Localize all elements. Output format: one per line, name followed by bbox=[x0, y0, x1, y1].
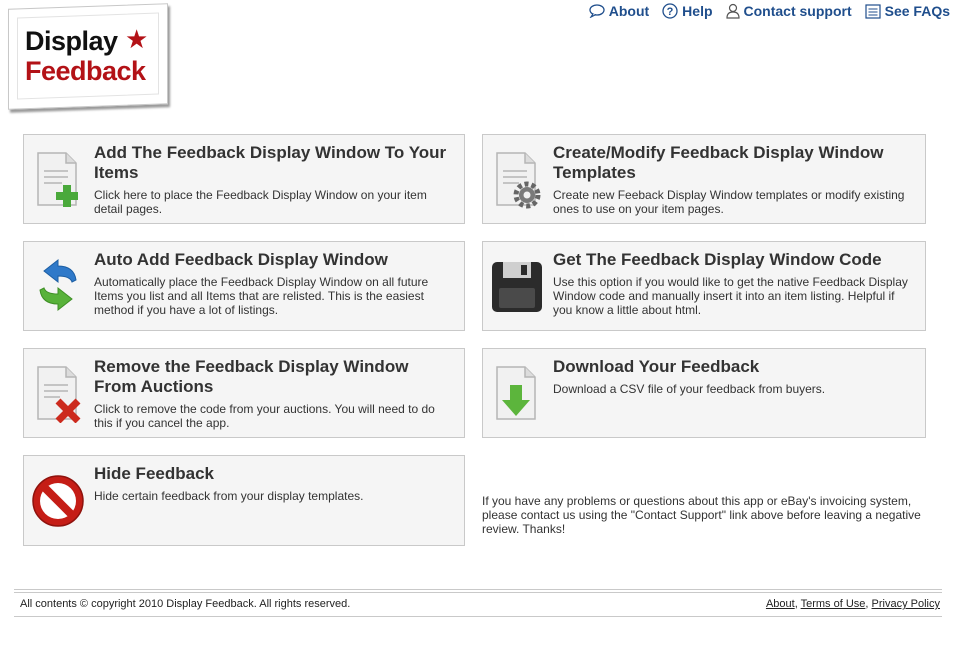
tile-get-code-description: Use this option if you would like to get… bbox=[553, 275, 908, 317]
speech-bubble-icon bbox=[589, 4, 605, 18]
footer-privacy-link[interactable]: Privacy Policy bbox=[872, 598, 940, 610]
nav-contact-support-link[interactable]: Contact support bbox=[725, 3, 852, 19]
nav-about-link[interactable]: About bbox=[589, 3, 649, 19]
tile-get-code[interactable]: Get The Feedback Display Window Code Use… bbox=[482, 241, 926, 331]
logo-text-display: Display bbox=[25, 26, 118, 56]
star-icon: ★ bbox=[125, 24, 149, 54]
document-list-icon bbox=[865, 3, 881, 19]
document-gear-icon bbox=[496, 152, 541, 209]
nav-faqs-label: See FAQs bbox=[884, 3, 950, 19]
tile-download-description: Download a CSV file of your feedback fro… bbox=[553, 382, 826, 396]
app-logo[interactable]: Display ★ Feedback bbox=[8, 3, 168, 110]
footer-links: About, Terms of Use, Privacy Policy bbox=[766, 598, 940, 610]
nav-contact-support-label: Contact support bbox=[743, 3, 852, 19]
no-entry-icon bbox=[32, 475, 84, 527]
tile-remove-title: Remove the Feedback Display Window From … bbox=[94, 357, 409, 396]
nav-faqs-link[interactable]: See FAQs bbox=[865, 3, 950, 19]
footer-terms-link[interactable]: Terms of Use bbox=[801, 598, 866, 610]
tile-auto-add[interactable]: Auto Add Feedback Display Window Automat… bbox=[23, 241, 465, 331]
person-icon bbox=[725, 3, 740, 19]
footer-separator: , bbox=[865, 598, 869, 610]
tile-remove-description: Click to remove the code from your aucti… bbox=[94, 402, 435, 430]
top-nav: About ? Help Contact support See FAQs bbox=[589, 3, 950, 19]
tile-hide-description: Hide certain feedback from your display … bbox=[94, 489, 364, 503]
nav-help-link[interactable]: ? Help bbox=[662, 3, 713, 19]
sync-arrows-icon bbox=[39, 258, 77, 312]
tile-create-description: Create new Feeback Display Window templa… bbox=[553, 188, 905, 216]
footer-separator: , bbox=[794, 598, 798, 610]
footer-divider-bottom bbox=[14, 616, 942, 617]
tile-create-title: Create/Modify Feedback Display Window Te… bbox=[553, 143, 884, 182]
svg-text:?: ? bbox=[667, 6, 674, 18]
footer-divider-top-inner bbox=[14, 592, 942, 593]
tile-auto-add-title: Auto Add Feedback Display Window bbox=[94, 250, 388, 269]
document-remove-icon bbox=[37, 366, 81, 423]
tile-auto-add-description: Automatically place the Feedback Display… bbox=[94, 275, 429, 317]
tile-add-description: Click here to place the Feedback Display… bbox=[94, 188, 427, 216]
nav-help-label: Help bbox=[682, 3, 713, 19]
floppy-disk-icon bbox=[492, 262, 542, 312]
nav-about-label: About bbox=[608, 3, 650, 19]
footer-copyright: All contents © copyright 2010 Display Fe… bbox=[20, 598, 351, 610]
logo-text-feedback: Feedback bbox=[25, 56, 146, 86]
tile-download-feedback[interactable]: Download Your Feedback Download a CSV fi… bbox=[482, 348, 926, 438]
document-add-icon bbox=[37, 152, 78, 207]
tile-hide-title: Hide Feedback bbox=[94, 464, 214, 483]
tile-download-title: Download Your Feedback bbox=[553, 357, 760, 376]
tile-get-code-title: Get The Feedback Display Window Code bbox=[553, 250, 882, 269]
tile-create-modify-templates[interactable]: Create/Modify Feedback Display Window Te… bbox=[482, 134, 926, 224]
tile-hide-feedback[interactable]: Hide Feedback Hide certain feedback from… bbox=[23, 455, 465, 546]
footer-about-link[interactable]: About bbox=[766, 598, 795, 610]
tile-add-display-window[interactable]: Add The Feedback Display Window To Your … bbox=[23, 134, 465, 224]
tile-add-title: Add The Feedback Display Window To Your … bbox=[94, 143, 447, 182]
footer-divider-top bbox=[14, 589, 942, 590]
support-note: If you have any problems or questions ab… bbox=[482, 494, 921, 536]
question-circle-icon: ? bbox=[662, 3, 678, 19]
tile-remove-display-window[interactable]: Remove the Feedback Display Window From … bbox=[23, 348, 465, 438]
document-download-icon bbox=[496, 366, 536, 420]
